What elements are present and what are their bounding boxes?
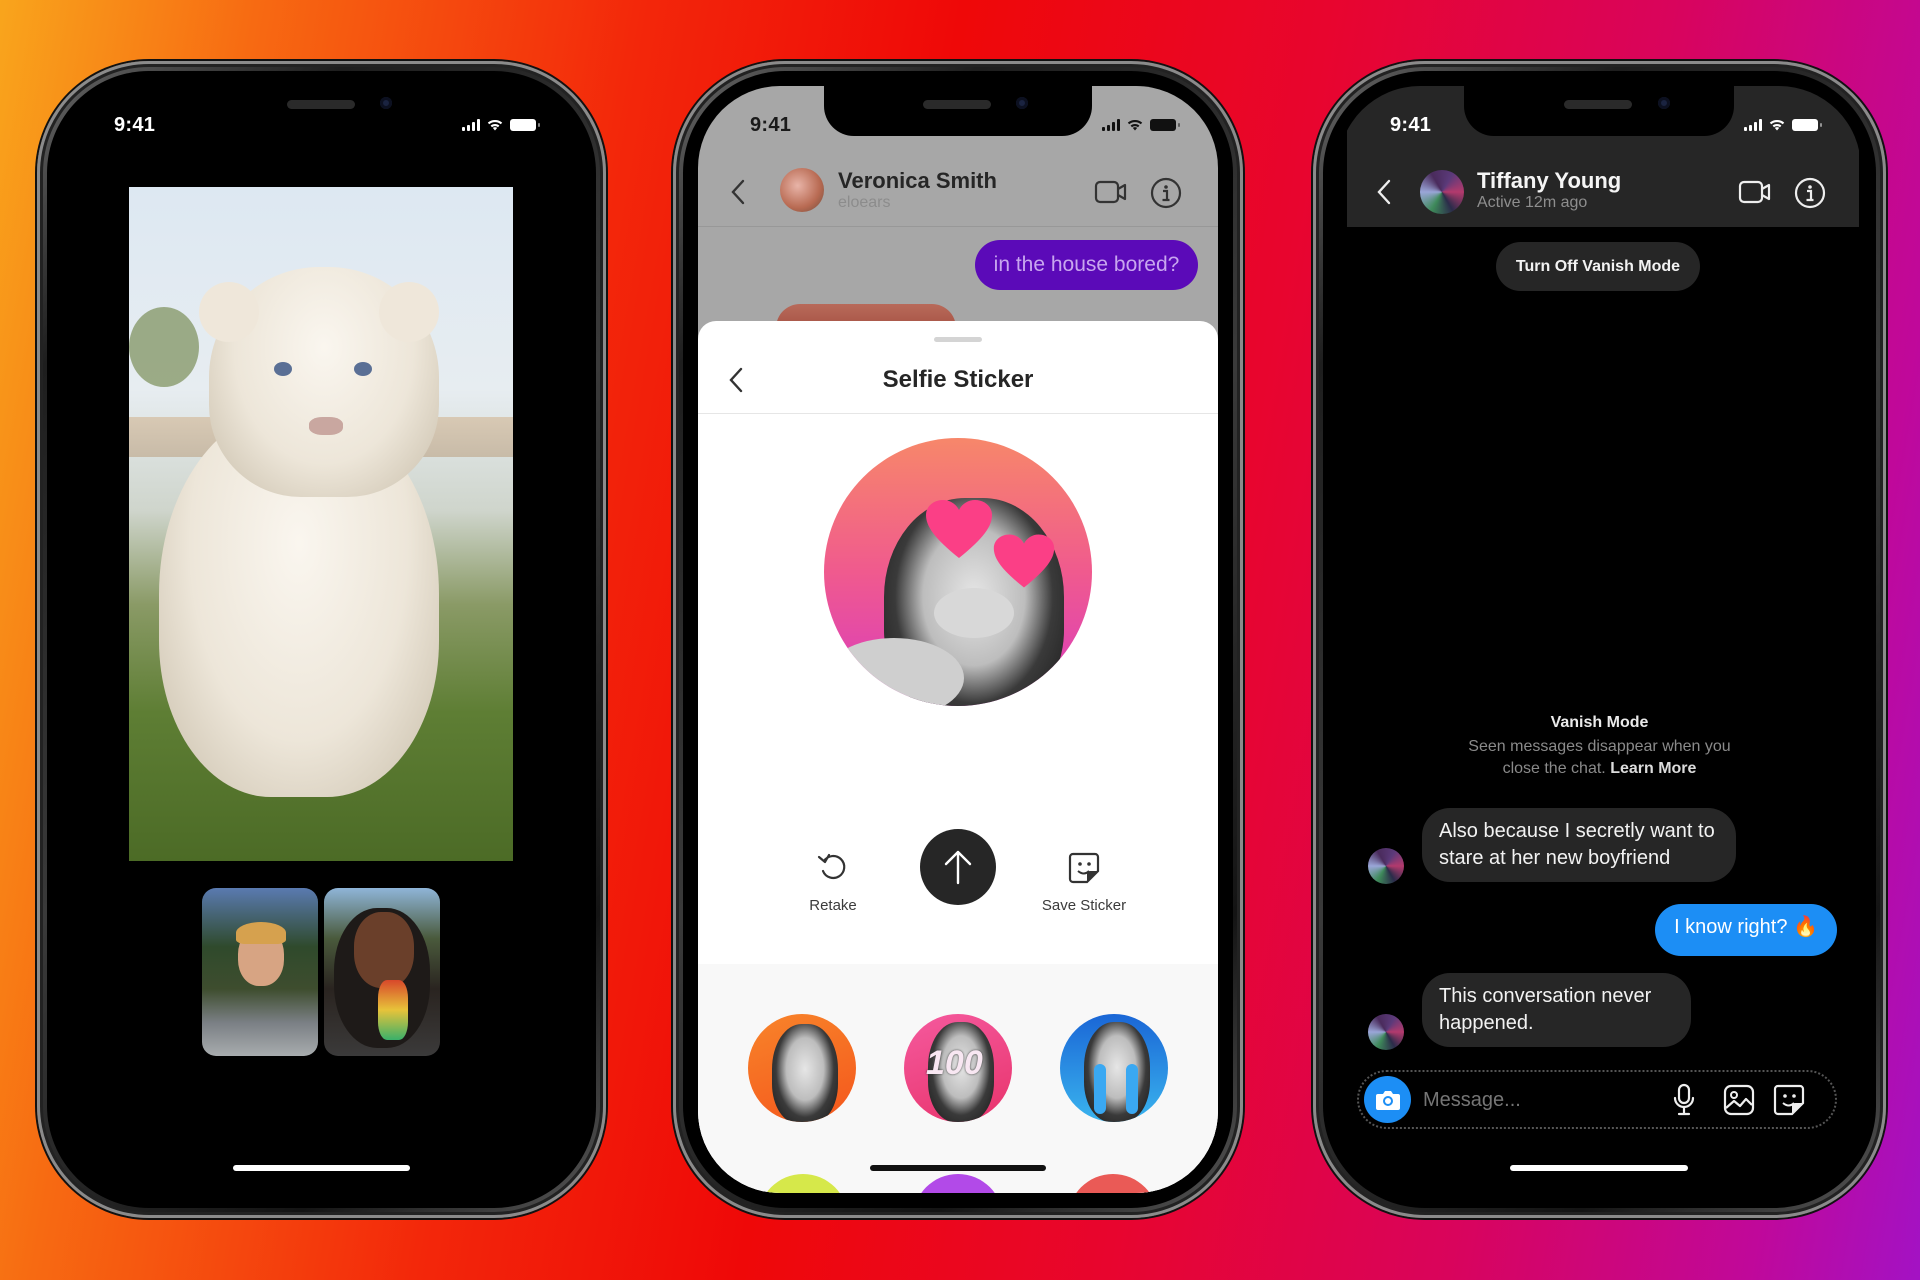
signal-icon <box>462 119 480 131</box>
gallery-icon[interactable] <box>1723 1084 1755 1116</box>
hundred-overlay: 100 <box>926 1044 983 1082</box>
message-incoming[interactable]: This conversation never happened. <box>1422 973 1691 1047</box>
sticker-option-2[interactable]: 100 <box>904 1014 1012 1122</box>
selfie-preview[interactable] <box>824 438 1092 706</box>
notch <box>1464 86 1734 136</box>
signal-icon <box>1744 119 1762 131</box>
status-time: 9:41 <box>750 114 792 136</box>
sheet-divider <box>698 413 1218 414</box>
video-call-icon[interactable] <box>1094 180 1128 204</box>
heart-sticker-icon <box>926 500 992 558</box>
sender-avatar[interactable] <box>1368 848 1404 884</box>
video-call-screen: 9:41 <box>62 86 581 1193</box>
participant-video-2[interactable] <box>324 888 440 1056</box>
status-time: 9:41 <box>1390 114 1432 136</box>
status-icons <box>1102 118 1180 131</box>
contact-name[interactable]: Tiffany Young <box>1477 168 1621 194</box>
save-sticker-label[interactable]: Save Sticker <box>1024 897 1144 914</box>
turn-off-vanish-mode-button[interactable]: Turn Off Vanish Mode <box>1496 242 1700 291</box>
message-input[interactable] <box>1423 1084 1603 1116</box>
wifi-icon <box>1769 119 1785 131</box>
wifi-icon <box>487 119 503 131</box>
battery-icon <box>510 119 540 131</box>
contact-avatar[interactable] <box>780 168 824 212</box>
sticker-icon[interactable] <box>1772 1083 1806 1117</box>
message-incoming[interactable]: Also because I secretly want to stare at… <box>1422 808 1736 882</box>
camera-button[interactable] <box>1364 1076 1411 1123</box>
retake-icon[interactable] <box>817 851 849 883</box>
sender-avatar[interactable] <box>1368 1014 1404 1050</box>
participant-video-1[interactable] <box>202 888 318 1056</box>
heart-sticker-icon <box>993 534 1055 588</box>
contact-avatar[interactable] <box>1420 170 1464 214</box>
battery-icon <box>1792 119 1822 131</box>
back-chevron-icon[interactable] <box>1376 179 1392 205</box>
sticker-option-1[interactable] <box>748 1014 856 1122</box>
front-camera <box>380 97 392 109</box>
vanish-mode-description: Seen messages disappear when you close t… <box>1468 738 1731 777</box>
vanish-mode-screen: 9:41 Tiffany Young Active 12m ago Turn O… <box>1338 86 1861 1193</box>
contact-status: Active 12m ago <box>1477 194 1588 211</box>
learn-more-link[interactable]: Learn More <box>1610 760 1696 777</box>
home-indicator <box>870 1165 1046 1171</box>
home-indicator <box>233 1165 410 1171</box>
status-icons <box>1744 118 1822 131</box>
status-icons <box>462 118 540 131</box>
retake-label[interactable]: Retake <box>793 897 873 914</box>
contact-username: eloears <box>838 194 891 211</box>
earpiece <box>287 100 355 109</box>
send-sticker-button[interactable] <box>920 829 996 905</box>
save-sticker-icon[interactable] <box>1067 851 1101 885</box>
main-video-feed[interactable] <box>129 187 513 861</box>
notch <box>824 86 1092 136</box>
video-call-icon[interactable] <box>1738 180 1772 204</box>
back-chevron-icon[interactable] <box>730 179 746 205</box>
contact-name[interactable]: Veronica Smith <box>838 168 997 194</box>
vanish-mode-title: Vanish Mode <box>1550 714 1649 731</box>
sheet-grabber[interactable] <box>934 337 982 342</box>
camera-icon <box>1375 1090 1400 1110</box>
sent-message-bubble[interactable]: in the house bored? <box>975 240 1198 290</box>
wifi-icon <box>1127 119 1143 131</box>
info-icon[interactable] <box>1794 177 1826 209</box>
signal-icon <box>1102 119 1120 131</box>
info-icon[interactable] <box>1150 177 1182 209</box>
sheet-title: Selfie Sticker <box>882 366 1034 393</box>
status-time: 9:41 <box>114 114 156 136</box>
selfie-sticker-screen: 9:41 Veronica Smith eloears in the house… <box>698 86 1218 1193</box>
arrow-up-icon <box>944 850 972 885</box>
sticker-option-3[interactable] <box>1060 1014 1168 1122</box>
battery-icon <box>1150 119 1180 131</box>
home-indicator <box>1510 1165 1688 1171</box>
header-divider <box>698 226 1218 227</box>
message-outgoing[interactable]: I know right? 🔥 <box>1655 904 1837 956</box>
microphone-icon[interactable] <box>1672 1083 1696 1117</box>
